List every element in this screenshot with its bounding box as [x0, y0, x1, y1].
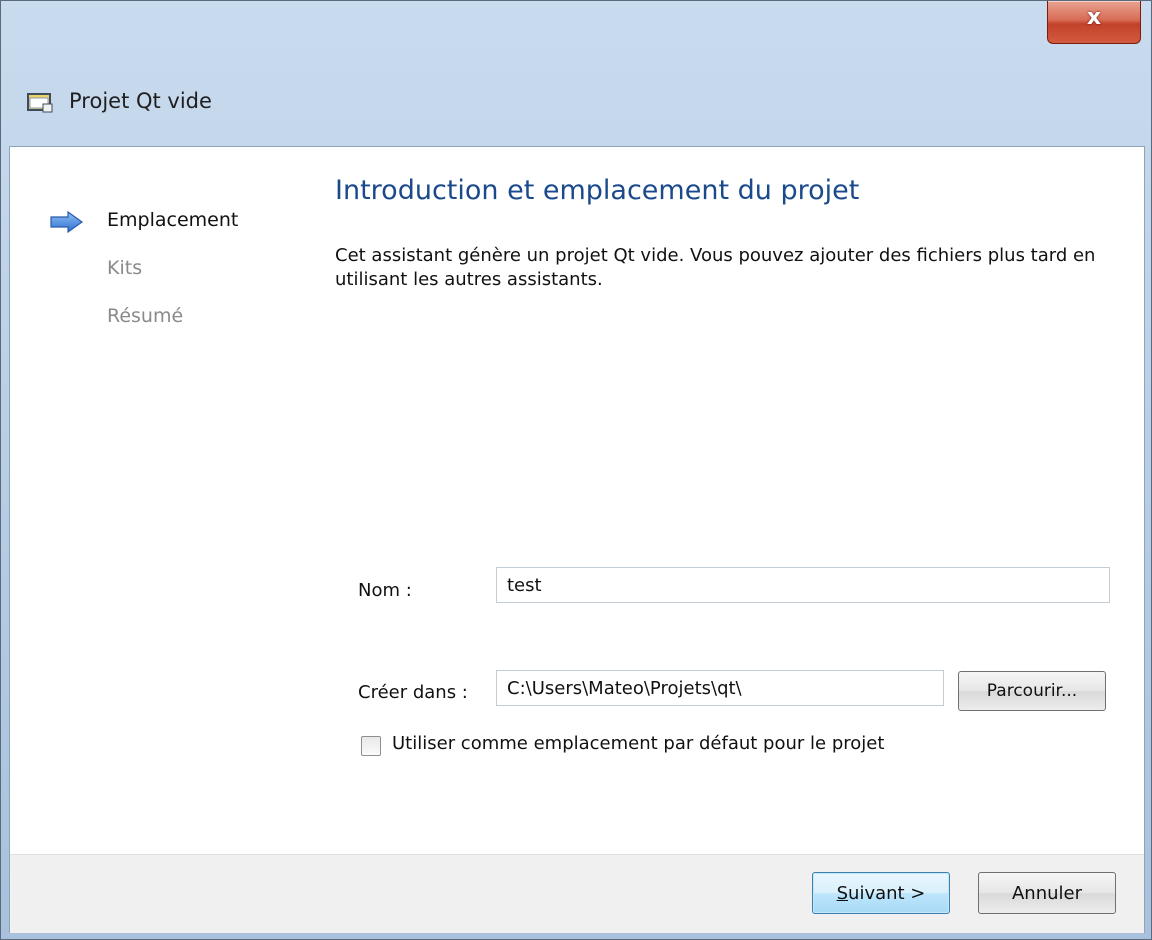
close-icon: x: [1086, 5, 1102, 30]
step-emplacement: Emplacement: [107, 209, 239, 231]
default-location-checkbox[interactable]: [361, 736, 381, 756]
dialog-window: Projet Qt vide x Emplacement Kits Résumé…: [0, 0, 1152, 940]
page-description: Cet assistant génère un projet Qt vide. …: [335, 245, 1096, 290]
window-app-icon: [27, 93, 53, 113]
step-kits: Kits: [107, 257, 143, 279]
default-location-label[interactable]: Utiliser comme emplacement par défaut po…: [392, 733, 884, 754]
name-label: Nom :: [358, 580, 412, 601]
name-input[interactable]: [496, 567, 1110, 603]
browse-button[interactable]: Parcourir...: [958, 671, 1106, 711]
current-step-arrow-icon: [50, 211, 84, 233]
wizard-client-area: Emplacement Kits Résumé Introduction et …: [9, 146, 1145, 933]
cancel-button[interactable]: Annuler: [978, 872, 1116, 914]
next-button[interactable]: Suivant >: [812, 872, 950, 914]
next-mnemonic: S: [836, 882, 849, 904]
window-title: Projet Qt vide: [69, 89, 212, 113]
next-label: uivant >: [848, 882, 926, 904]
close-button[interactable]: x: [1047, 1, 1141, 44]
location-input[interactable]: [496, 670, 944, 706]
create-in-label: Créer dans :: [358, 682, 468, 703]
title-bar[interactable]: Projet Qt vide x: [1, 1, 1151, 146]
button-bar: Suivant > Annuler: [10, 854, 1144, 933]
step-resume: Résumé: [107, 305, 184, 327]
page-title: Introduction et emplacement du projet: [335, 175, 860, 206]
